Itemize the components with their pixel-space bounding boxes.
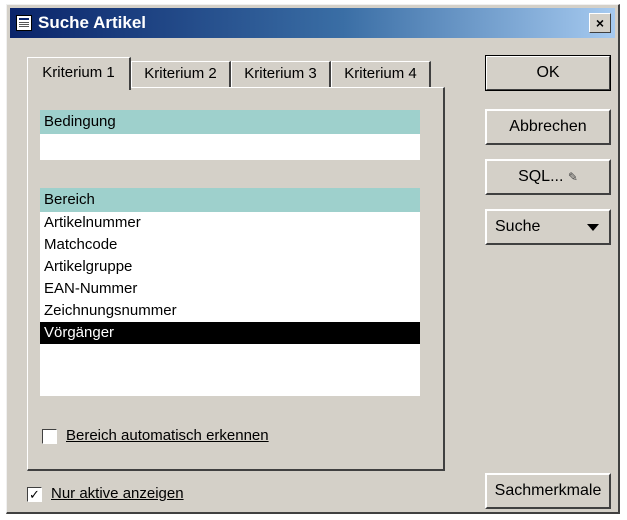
condition-header: Bedingung <box>40 110 420 134</box>
only-active-label[interactable]: Nur aktive anzeigen <box>51 485 184 502</box>
search-dropdown-button[interactable]: Suche <box>485 209 611 245</box>
list-item-artikelgruppe[interactable]: Artikelgruppe <box>40 256 420 278</box>
list-item-matchcode[interactable]: Matchcode <box>40 234 420 256</box>
range-list[interactable]: Artikelnummer Matchcode Artikelgruppe EA… <box>40 212 420 396</box>
only-active-label-text: Nur aktive anzeigen <box>51 485 184 502</box>
list-item-zeichnungsnummer[interactable]: Zeichnungsnummer <box>40 300 420 322</box>
chevron-down-icon <box>587 224 599 231</box>
condition-input[interactable] <box>40 134 420 160</box>
search-article-dialog: Suche Artikel × Kriterium 1 Kriterium 2 … <box>6 4 620 514</box>
window-title: Suche Artikel <box>38 13 147 32</box>
search-dropdown-label: Suche <box>495 218 541 235</box>
ok-button[interactable]: OK <box>485 55 611 91</box>
range-header: Bereich <box>40 188 420 212</box>
list-item-artikelnummer[interactable]: Artikelnummer <box>40 212 420 234</box>
sql-button-label: SQL... <box>518 168 564 185</box>
list-item-ean-nummer[interactable]: EAN-Nummer <box>40 278 420 300</box>
cancel-button[interactable]: Abbrechen <box>485 109 611 145</box>
sql-button[interactable]: SQL... ✎ <box>485 159 611 195</box>
sachmerkmale-button[interactable]: Sachmerkmale <box>485 473 611 509</box>
criteria-panel: Bedingung Bereich Artikelnummer Matchcod… <box>27 87 445 471</box>
tab-kriterium-2[interactable]: Kriterium 2 <box>131 61 231 87</box>
window-icon <box>16 15 32 31</box>
list-item-vorganger[interactable]: Vörgänger <box>40 322 420 344</box>
tab-kriterium-4[interactable]: Kriterium 4 <box>331 61 431 87</box>
only-active-checkbox[interactable]: ✓ <box>27 487 42 502</box>
auto-detect-checkbox[interactable] <box>42 429 57 444</box>
sql-icon: ✎ <box>567 170 578 184</box>
auto-detect-label-text: Bereich automatisch erkennen <box>66 427 269 444</box>
close-button[interactable]: × <box>589 13 611 33</box>
title-bar: Suche Artikel × <box>10 8 615 38</box>
tab-kriterium-3[interactable]: Kriterium 3 <box>231 61 331 87</box>
tab-kriterium-1[interactable]: Kriterium 1 <box>27 57 131 90</box>
auto-detect-label[interactable]: Bereich automatisch erkennen <box>66 427 269 444</box>
